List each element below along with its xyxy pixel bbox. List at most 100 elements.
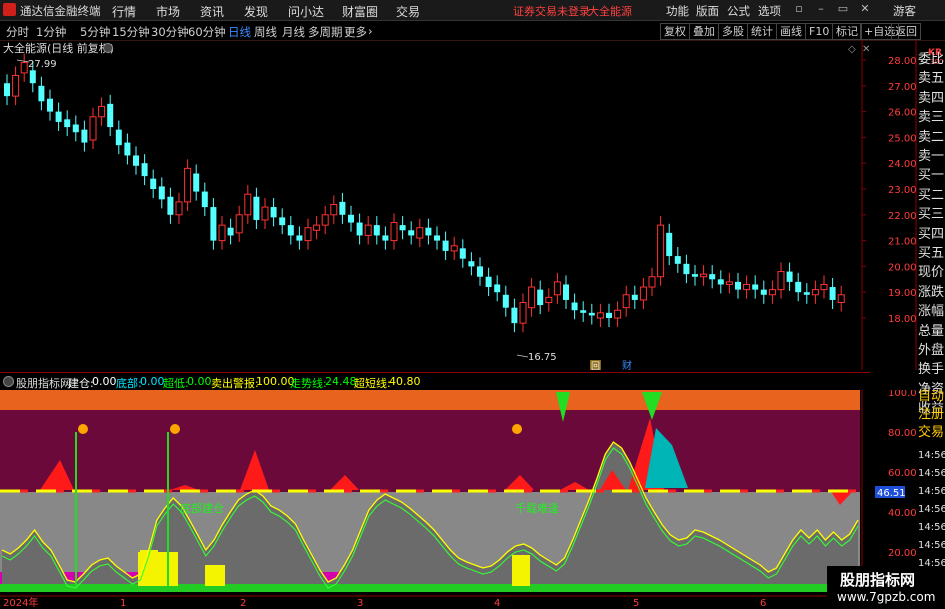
candle <box>692 274 698 277</box>
annotation-bottom-build: 底部建仓 <box>180 501 224 515</box>
quote-label: 总量 <box>918 323 945 339</box>
candle <box>184 167 192 203</box>
close-icon[interactable]: ✕ <box>856 2 874 18</box>
candle <box>502 294 509 308</box>
candle <box>425 227 432 236</box>
candle <box>279 217 286 226</box>
date-axis-label: 1 <box>120 598 126 609</box>
tongji-button[interactable]: 统计 <box>747 23 777 40</box>
candle <box>725 281 733 285</box>
trade-login-warning[interactable]: 证券交易未登录 <box>513 3 590 19</box>
period-1min[interactable]: 1分钟 <box>36 24 66 40</box>
period-5min[interactable]: 5分钟 <box>80 24 110 40</box>
trade-time: 14:56 <box>918 450 945 461</box>
price-tick-label: 22.00 <box>888 211 917 222</box>
quote-label[interactable]: 注册 <box>918 403 944 422</box>
date-axis-label: 2024年 <box>3 596 38 609</box>
candle <box>38 85 45 102</box>
candle <box>657 224 665 278</box>
candle <box>313 224 321 231</box>
candle <box>72 124 79 133</box>
menu-shichang[interactable]: 市场 <box>156 3 180 20</box>
readout-chaoduan-label: 超短线: <box>354 377 391 390</box>
minimize-icon[interactable]: – <box>812 2 830 18</box>
candle <box>683 263 690 275</box>
candle <box>244 193 252 216</box>
settings-icon[interactable] <box>103 43 113 53</box>
maximize-icon[interactable]: ▭ <box>834 2 852 18</box>
candle <box>364 224 372 236</box>
candle <box>218 224 226 242</box>
readout-maichu-label: 卖出警报: <box>211 377 259 390</box>
quote-side-panel: KR 300 委比 卖五 卖四 卖三 卖二 卖一 买一 买二 买三 买四 买五 现价 涨跌 涨幅 总量 外盘换… <box>916 40 945 609</box>
skin-icon[interactable]: ▫ <box>790 2 808 18</box>
period-60min[interactable]: 60分钟 <box>188 24 226 40</box>
candle <box>356 222 363 236</box>
menu-zixun[interactable]: 资讯 <box>200 3 224 20</box>
quote-label[interactable]: 交易 <box>918 421 944 440</box>
diejia-button[interactable]: 叠加 <box>689 23 719 40</box>
menu-jiaoyi[interactable]: 交易 <box>396 3 420 20</box>
biaoji-button[interactable]: 标记 <box>832 23 862 40</box>
chevron-right-icon[interactable]: › <box>368 24 373 38</box>
menu-banmian[interactable]: 版面 <box>696 3 719 19</box>
annotation-rare-chance: 千载难逢 <box>515 502 559 515</box>
app-name: 通达信金融终端 <box>20 4 101 18</box>
candle <box>450 245 458 252</box>
quote-label: 现价 <box>918 265 945 281</box>
candle <box>175 201 183 216</box>
menu-gongneng[interactable]: 功能 <box>666 3 689 19</box>
period-multi[interactable]: 多周期 <box>308 24 343 40</box>
date-axis-label: 5 <box>633 598 639 609</box>
event-hui-marker[interactable]: 回 <box>591 361 600 370</box>
candle <box>89 116 97 141</box>
candle <box>399 225 406 231</box>
candle <box>485 276 492 288</box>
f10-button[interactable]: F10 <box>805 23 834 40</box>
candle <box>339 201 346 215</box>
app-logo-icon <box>3 3 16 16</box>
trade-time: 14:56 <box>918 540 945 551</box>
menu-caifuquan[interactable]: 财富圈 <box>342 3 378 20</box>
candlestick-chart[interactable]: 大全能源(日线 前复权) ◇ ✕ 28.00 27.00 26.00 25.00 24.… <box>0 40 945 370</box>
candle <box>674 256 681 264</box>
candle <box>631 294 638 300</box>
menu-faxian[interactable]: 发现 <box>244 3 268 20</box>
menu-wenxiaoda[interactable]: 问小达 <box>288 3 324 20</box>
quote-label[interactable]: 自动 <box>918 385 944 404</box>
fuquan-button[interactable]: 复权 <box>660 23 690 40</box>
candle <box>622 294 630 309</box>
readout-chaodi-value: 0.00 <box>187 375 212 388</box>
period-15min[interactable]: 15分钟 <box>112 24 150 40</box>
event-cai-marker[interactable]: 财 <box>622 359 632 370</box>
candle <box>459 248 466 259</box>
period-daily[interactable]: 日线 <box>228 24 251 40</box>
menu-xuanxiang[interactable]: 选项 <box>758 3 781 19</box>
period-weekly[interactable]: 周线 <box>254 24 277 40</box>
diamond-icon[interactable]: ◇ <box>848 44 856 55</box>
indicator-settings-icon[interactable] <box>3 376 14 387</box>
period-30min[interactable]: 30分钟 <box>151 24 189 40</box>
quote-label: 买三 <box>918 207 945 223</box>
huaxian-button[interactable]: 画线 <box>776 23 806 40</box>
quote-label: 卖五 <box>918 71 945 87</box>
close-panel-icon[interactable]: ✕ <box>862 44 870 55</box>
quote-label: 卖一 <box>918 149 945 164</box>
candle <box>107 103 114 128</box>
indicator-chart[interactable]: 底部建仓 千载难逢 100.0 80.00 60.00 40.00 20.00 46.5… <box>0 390 945 609</box>
watermark-box: 股朋指标网 www.7gpzb.com <box>827 566 945 609</box>
period-fenshi[interactable]: 分时 <box>6 24 29 40</box>
menu-gongshi[interactable]: 公式 <box>727 3 750 19</box>
date-axis-label: 2 <box>240 598 246 609</box>
duogu-button[interactable]: 多股 <box>718 23 748 40</box>
candle <box>321 214 329 226</box>
high-price-label: 27.99 <box>28 59 57 70</box>
candle <box>795 281 802 293</box>
candle <box>4 83 10 97</box>
menu-hangqing[interactable]: 行情 <box>112 3 136 20</box>
candle <box>348 214 354 223</box>
period-more[interactable]: 更多 <box>344 24 367 40</box>
period-monthly[interactable]: 月线 <box>282 24 305 40</box>
indicator-tick-label: 20.00 <box>888 548 917 559</box>
guest-login[interactable]: 游客 <box>893 3 916 19</box>
